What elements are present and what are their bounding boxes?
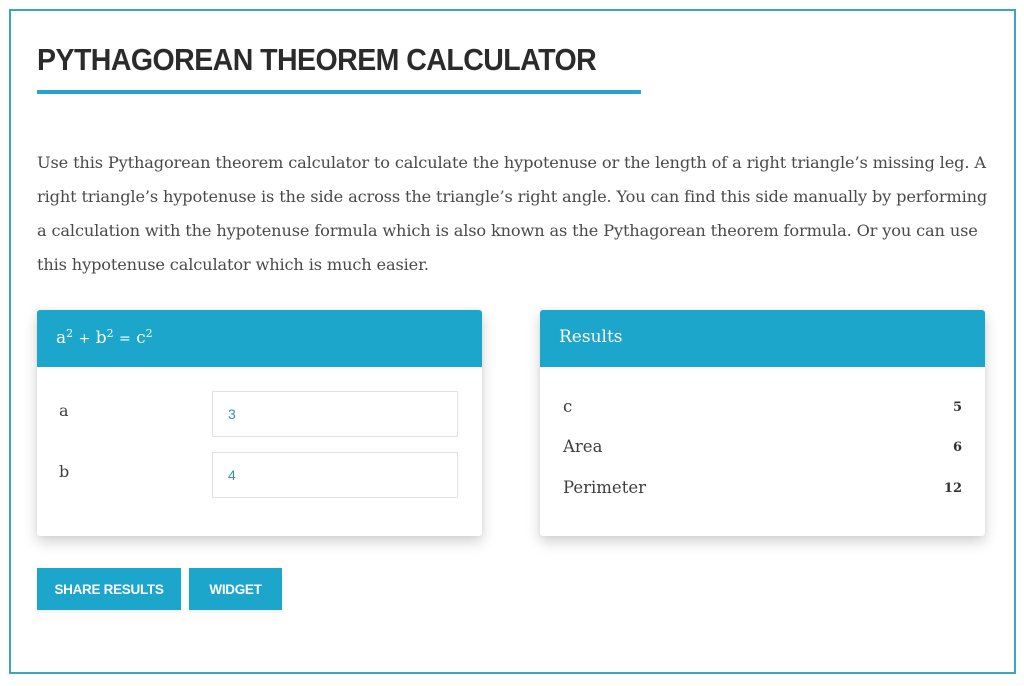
result-row-area: Area 6 (563, 437, 962, 461)
formula-header: a2 + b2 = c2 (37, 310, 482, 367)
input-row-a: a (37, 391, 482, 437)
result-row-perimeter: Perimeter 12 (563, 478, 962, 502)
page-title: PYTHAGOREAN THEOREM CALCULATOR (37, 42, 597, 77)
field-label-a: a (59, 401, 69, 420)
formula-plus: + (78, 331, 91, 347)
result-value-c: 5 (952, 400, 962, 415)
formula-exp: 2 (66, 327, 74, 340)
results-header: Results (540, 310, 985, 367)
widget-button[interactable]: WIDGET (189, 568, 282, 610)
formula-c: c (136, 328, 146, 348)
result-label-perimeter: Perimeter (563, 478, 646, 497)
result-row-c: c 5 (563, 397, 962, 421)
formula-exp: 2 (106, 327, 114, 340)
side-a-input[interactable] (212, 391, 458, 437)
intro-paragraph: Use this Pythagorean theorem calculator … (37, 153, 988, 274)
result-label-area: Area (563, 437, 603, 456)
formula-equals: = (118, 331, 131, 347)
input-card: a2 + b2 = c2 a b (37, 310, 482, 536)
results-card: Results c 5 Area 6 Perimeter 12 (540, 310, 985, 536)
share-results-button[interactable]: SHARE RESULTS (37, 568, 181, 610)
formula-a: a (56, 328, 67, 348)
result-value-area: 6 (952, 440, 962, 455)
result-value-perimeter: 12 (943, 481, 962, 496)
title-underline (37, 90, 641, 94)
formula-exp: 2 (145, 327, 153, 340)
field-label-b: b (59, 462, 70, 481)
side-b-input[interactable] (212, 452, 458, 498)
result-label-c: c (563, 397, 573, 416)
input-row-b: b (37, 452, 482, 498)
formula-b: b (95, 328, 107, 348)
